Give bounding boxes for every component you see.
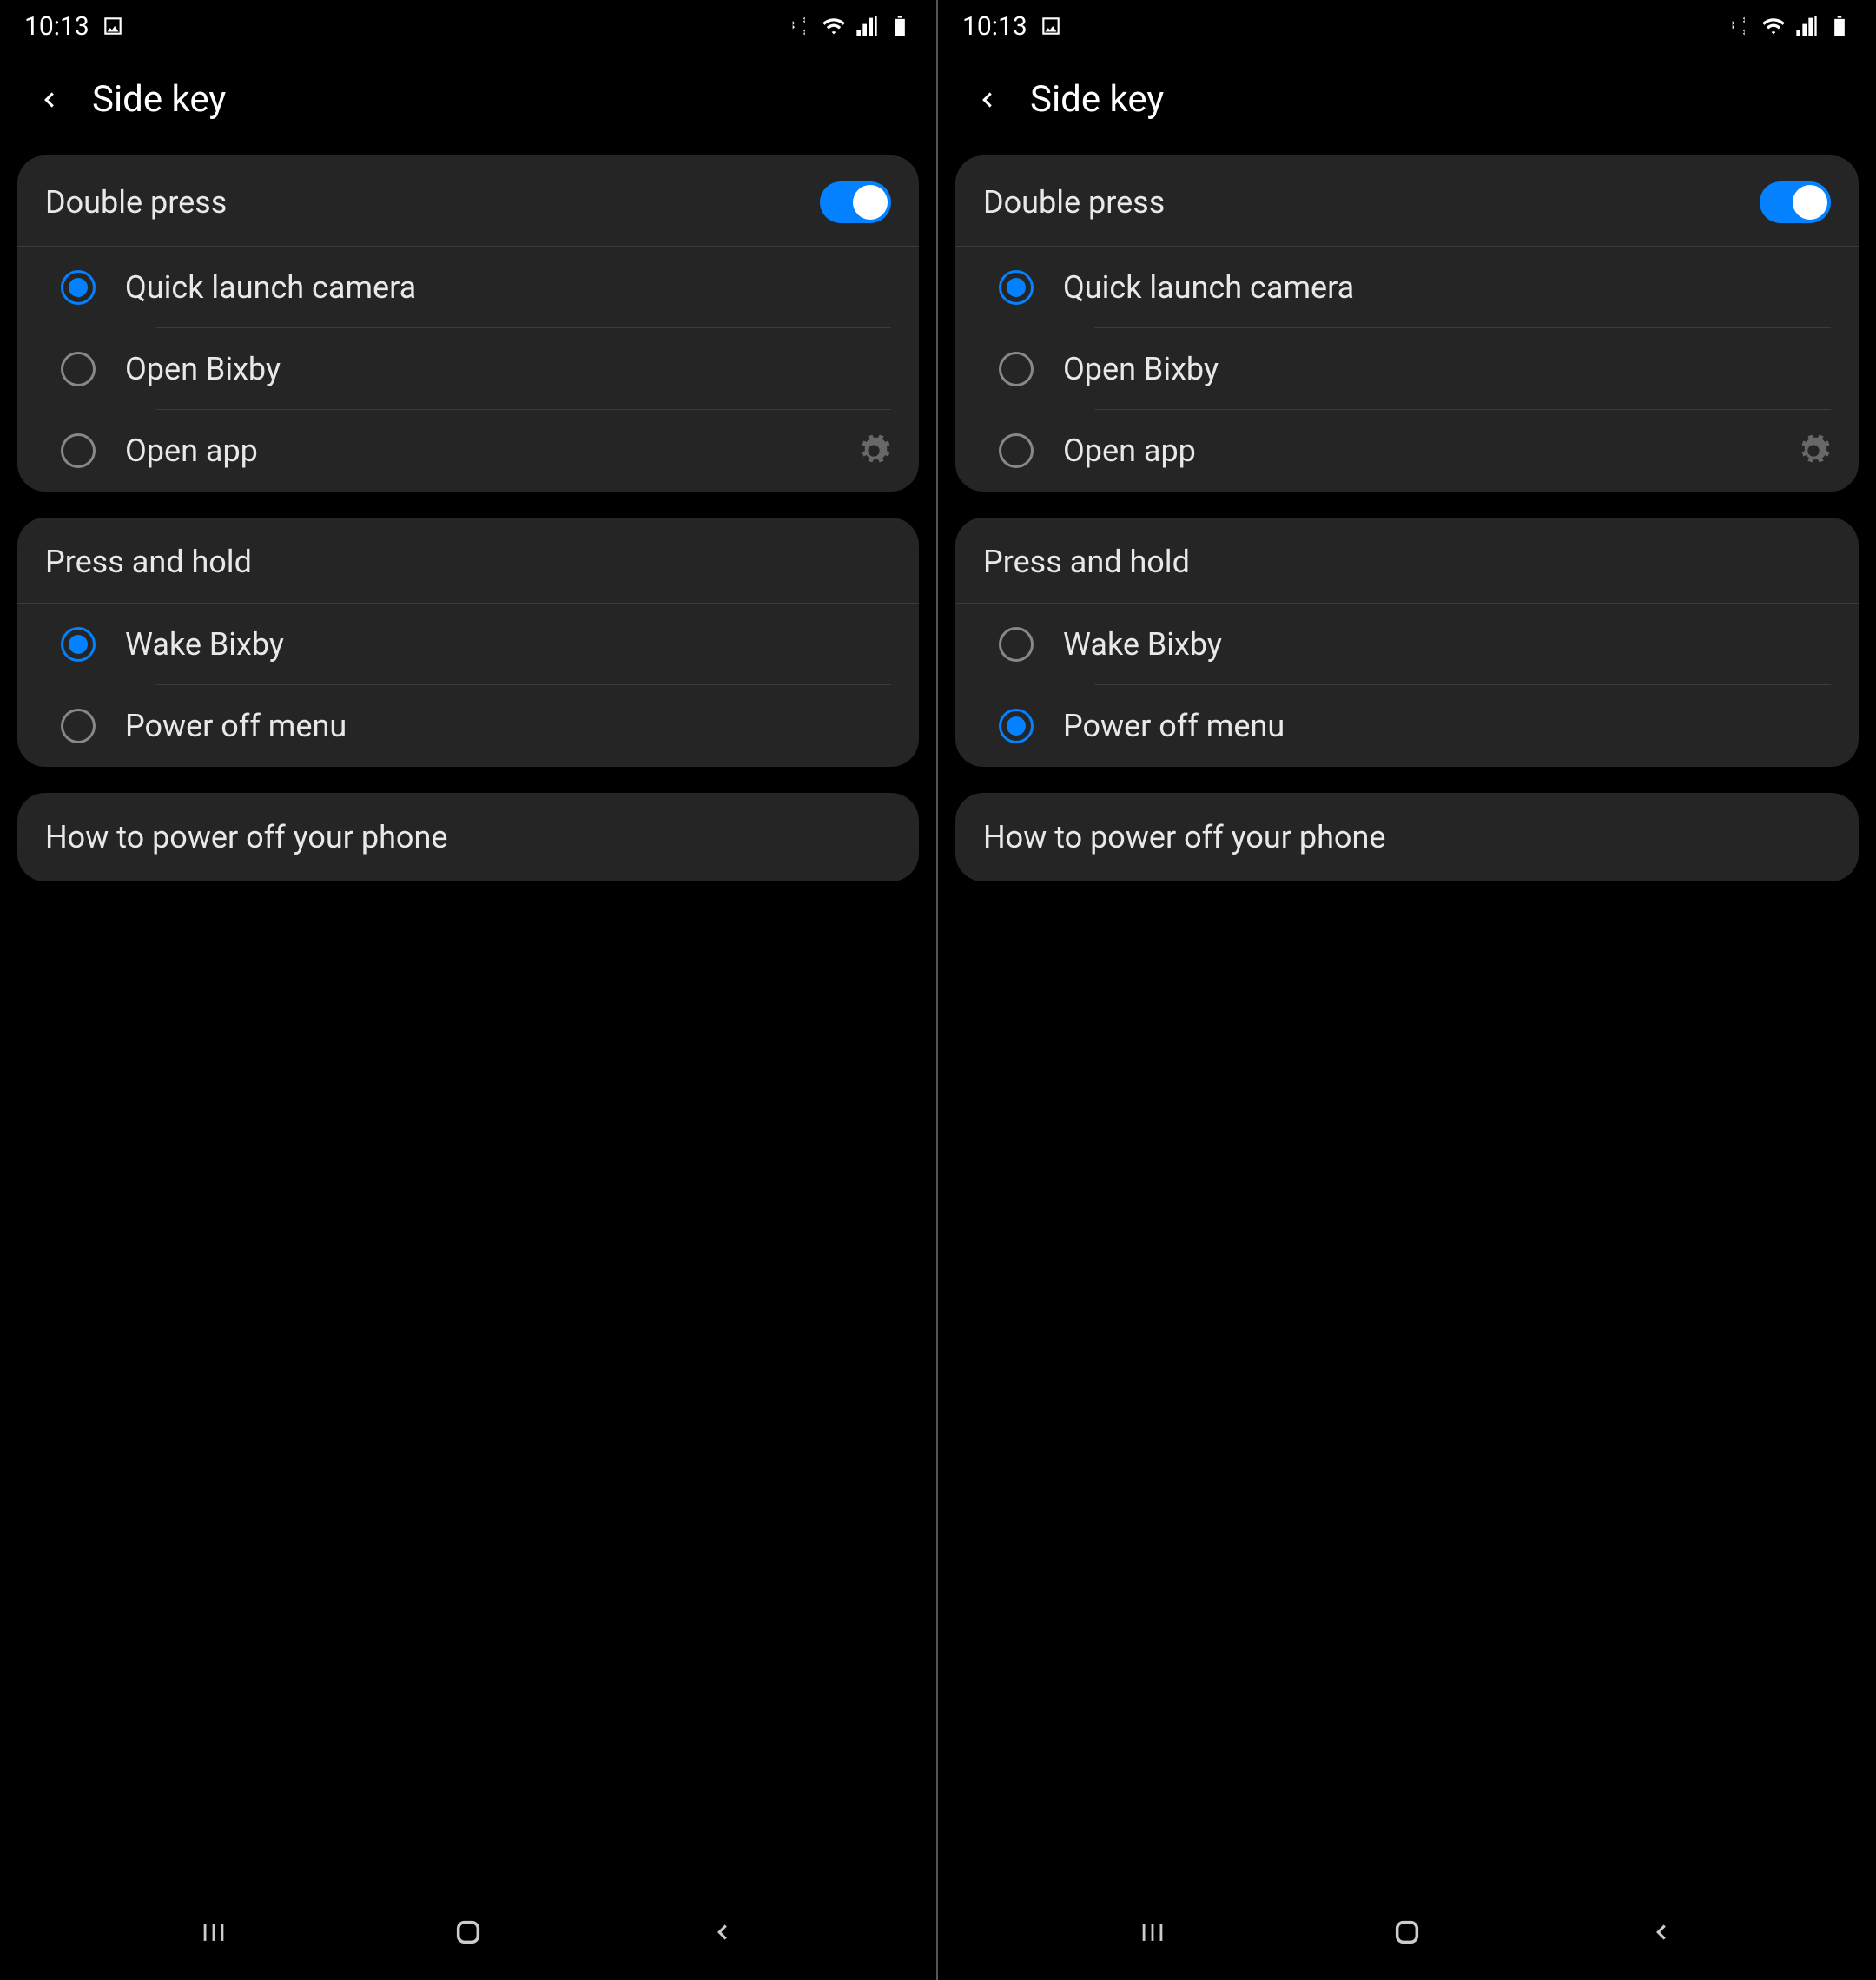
option-quick-launch-camera[interactable]: Quick launch camera bbox=[955, 247, 1859, 328]
press-hold-title: Press and hold bbox=[45, 544, 252, 580]
wifi-icon bbox=[822, 14, 846, 38]
info-text: How to power off your phone bbox=[983, 819, 1385, 855]
option-open-app[interactable]: Open app bbox=[955, 410, 1859, 492]
battery-icon bbox=[1827, 14, 1852, 38]
back-nav-button[interactable] bbox=[701, 1911, 744, 1954]
vibrate-icon bbox=[1728, 14, 1753, 38]
double-press-card: Double press Quick launch camera Open Bi… bbox=[955, 155, 1859, 492]
double-press-title: Double press bbox=[45, 184, 227, 221]
press-hold-title: Press and hold bbox=[983, 544, 1190, 580]
option-power-off-menu[interactable]: Power off menu bbox=[17, 685, 919, 767]
recents-button[interactable] bbox=[1131, 1911, 1174, 1954]
radio-open-app[interactable] bbox=[999, 433, 1034, 468]
status-bar: 10:13 bbox=[0, 0, 936, 52]
option-label: Wake Bixby bbox=[125, 626, 891, 663]
status-time: 10:13 bbox=[962, 11, 1027, 42]
gear-icon[interactable] bbox=[1796, 433, 1831, 468]
status-bar: 10:13 bbox=[938, 0, 1876, 52]
back-button[interactable] bbox=[30, 80, 69, 120]
phone-screen-left: 10:13 Side key Double press Quick launch… bbox=[0, 0, 938, 1980]
double-press-title: Double press bbox=[983, 184, 1165, 221]
double-press-card: Double press Quick launch camera Open Bi… bbox=[17, 155, 919, 492]
double-press-toggle[interactable] bbox=[1760, 182, 1831, 223]
option-wake-bixby[interactable]: Wake Bixby bbox=[17, 604, 919, 685]
radio-open-bixby[interactable] bbox=[999, 352, 1034, 386]
info-text: How to power off your phone bbox=[45, 819, 447, 855]
navigation-bar bbox=[0, 1884, 936, 1980]
page-header: Side key bbox=[0, 52, 936, 155]
option-open-bixby[interactable]: Open Bixby bbox=[955, 328, 1859, 410]
option-label: Open Bixby bbox=[1063, 351, 1831, 387]
radio-open-app[interactable] bbox=[61, 433, 96, 468]
vibrate-icon bbox=[789, 14, 813, 38]
home-button[interactable] bbox=[446, 1911, 490, 1954]
radio-wake-bixby[interactable] bbox=[61, 627, 96, 662]
gear-icon[interactable] bbox=[856, 433, 891, 468]
radio-power-off-menu[interactable] bbox=[61, 709, 96, 743]
option-label: Quick launch camera bbox=[125, 269, 891, 306]
recents-button[interactable] bbox=[192, 1911, 235, 1954]
press-hold-card: Press and hold Wake Bixby Power off menu bbox=[955, 518, 1859, 767]
double-press-header: Double press bbox=[17, 155, 919, 247]
radio-wake-bixby[interactable] bbox=[999, 627, 1034, 662]
option-power-off-menu[interactable]: Power off menu bbox=[955, 685, 1859, 767]
status-time: 10:13 bbox=[24, 11, 89, 42]
radio-open-bixby[interactable] bbox=[61, 352, 96, 386]
option-label: Power off menu bbox=[125, 708, 891, 744]
double-press-toggle[interactable] bbox=[820, 182, 891, 223]
radio-quick-launch-camera[interactable] bbox=[999, 270, 1034, 305]
navigation-bar bbox=[938, 1884, 1876, 1980]
signal-icon bbox=[1794, 14, 1819, 38]
home-button[interactable] bbox=[1385, 1911, 1429, 1954]
option-label: Open app bbox=[125, 432, 827, 469]
signal-icon bbox=[855, 14, 879, 38]
back-nav-button[interactable] bbox=[1640, 1911, 1683, 1954]
option-label: Open app bbox=[1063, 432, 1767, 469]
page-title: Side key bbox=[92, 78, 226, 121]
info-card[interactable]: How to power off your phone bbox=[17, 793, 919, 881]
battery-icon bbox=[888, 14, 912, 38]
page-title: Side key bbox=[1030, 78, 1164, 121]
option-open-app[interactable]: Open app bbox=[17, 410, 919, 492]
option-label: Wake Bixby bbox=[1063, 626, 1831, 663]
image-icon bbox=[1040, 15, 1062, 37]
back-button[interactable] bbox=[968, 80, 1007, 120]
press-hold-header: Press and hold bbox=[17, 518, 919, 604]
content-area: Double press Quick launch camera Open Bi… bbox=[938, 155, 1876, 881]
option-open-bixby[interactable]: Open Bixby bbox=[17, 328, 919, 410]
info-card[interactable]: How to power off your phone bbox=[955, 793, 1859, 881]
image-icon bbox=[102, 15, 124, 37]
option-wake-bixby[interactable]: Wake Bixby bbox=[955, 604, 1859, 685]
option-quick-launch-camera[interactable]: Quick launch camera bbox=[17, 247, 919, 328]
double-press-header: Double press bbox=[955, 155, 1859, 247]
option-label: Quick launch camera bbox=[1063, 269, 1831, 306]
press-hold-header: Press and hold bbox=[955, 518, 1859, 604]
radio-quick-launch-camera[interactable] bbox=[61, 270, 96, 305]
option-label: Open Bixby bbox=[125, 351, 891, 387]
phone-screen-right: 10:13 Side key Double press Quick launch… bbox=[938, 0, 1876, 1980]
content-area: Double press Quick launch camera Open Bi… bbox=[0, 155, 936, 881]
option-label: Power off menu bbox=[1063, 708, 1831, 744]
press-hold-card: Press and hold Wake Bixby Power off menu bbox=[17, 518, 919, 767]
radio-power-off-menu[interactable] bbox=[999, 709, 1034, 743]
wifi-icon bbox=[1761, 14, 1786, 38]
page-header: Side key bbox=[938, 52, 1876, 155]
